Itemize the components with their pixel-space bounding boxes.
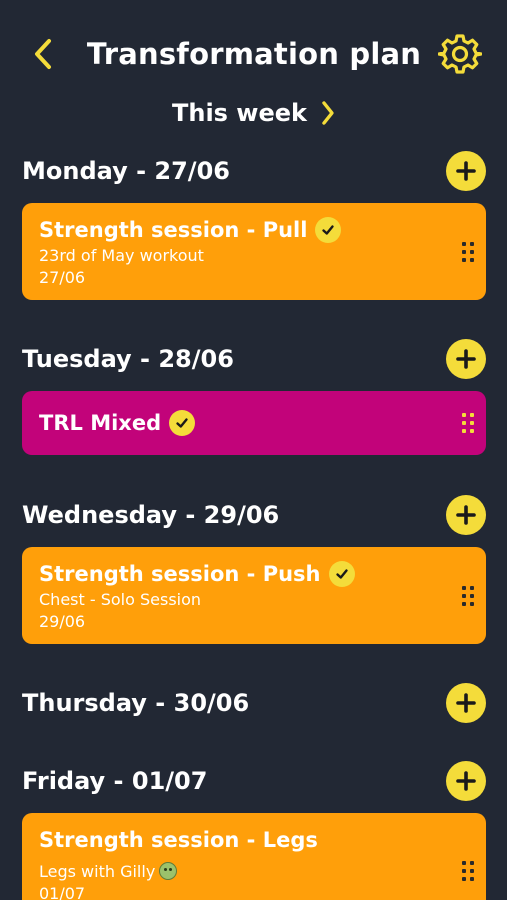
workout-date: 01/07 — [39, 884, 86, 900]
plus-icon — [456, 349, 476, 369]
workout-title: Strength session - Pull — [39, 218, 308, 242]
workout-subtitle: 23rd of May workout — [39, 246, 204, 265]
day-section-thursday: Thursday - 30/06 — [0, 681, 507, 725]
add-workout-button[interactable] — [446, 683, 486, 723]
plus-icon — [456, 693, 476, 713]
back-button[interactable] — [26, 32, 60, 76]
chevron-left-icon — [35, 39, 51, 69]
completed-check-icon — [315, 217, 342, 243]
day-label: Friday - 01/07 — [22, 767, 208, 795]
workout-card[interactable]: Strength session - Pull 23rd of May work… — [22, 203, 486, 300]
workout-date: 29/06 — [39, 612, 86, 631]
drag-handle-icon[interactable] — [462, 861, 474, 881]
day-label: Thursday - 30/06 — [22, 689, 250, 717]
completed-check-icon — [169, 410, 196, 436]
day-label: Monday - 27/06 — [22, 157, 230, 185]
plus-icon — [456, 771, 476, 791]
completed-check-icon — [328, 561, 355, 587]
workout-subtitle: Legs with Gilly — [39, 862, 156, 881]
add-workout-button[interactable] — [446, 495, 486, 535]
workout-card[interactable]: Strength session - Legs Legs with Gilly … — [22, 813, 486, 900]
settings-button[interactable] — [436, 30, 484, 78]
drag-handle-icon[interactable] — [462, 413, 474, 433]
week-navigation[interactable]: This week — [0, 93, 507, 133]
day-section-tuesday: Tuesday - 28/06 TRL Mixed — [0, 337, 507, 455]
gear-icon — [438, 34, 482, 74]
week-label: This week — [171, 99, 307, 127]
day-label: Tuesday - 28/06 — [22, 345, 234, 373]
workout-date: 27/06 — [39, 268, 86, 287]
workout-card[interactable]: Strength session - Push Chest - Solo Ses… — [22, 547, 486, 644]
page-title: Transformation plan — [86, 37, 422, 71]
add-workout-button[interactable] — [446, 761, 486, 801]
day-label: Wednesday - 29/06 — [22, 501, 280, 529]
add-workout-button[interactable] — [446, 151, 486, 191]
day-section-monday: Monday - 27/06 Strength session - Pull 2… — [0, 149, 507, 300]
workout-subtitle: Chest - Solo Session — [39, 590, 202, 609]
drag-handle-icon[interactable] — [462, 241, 474, 262]
add-workout-button[interactable] — [446, 339, 486, 379]
workout-title: Strength session - Legs — [39, 828, 318, 852]
header: Transformation plan — [0, 24, 507, 84]
day-section-wednesday: Wednesday - 29/06 Strength session - Pus… — [0, 493, 507, 644]
day-section-friday: Friday - 01/07 Strength session - Legs L… — [0, 759, 507, 900]
drag-handle-icon[interactable] — [462, 585, 474, 606]
plus-icon — [456, 161, 476, 181]
chevron-right-icon[interactable] — [321, 100, 335, 126]
workout-subtitle-row: Legs with Gilly — [39, 861, 436, 883]
app-screen: Transformation plan This week Monday - 2… — [0, 0, 507, 900]
workout-title: Strength session - Push — [39, 562, 321, 586]
workout-card[interactable]: TRL Mixed — [22, 391, 486, 455]
plus-icon — [456, 505, 476, 525]
workout-title: TRL Mixed — [39, 411, 162, 435]
nauseated-face-emoji-icon — [159, 862, 178, 880]
